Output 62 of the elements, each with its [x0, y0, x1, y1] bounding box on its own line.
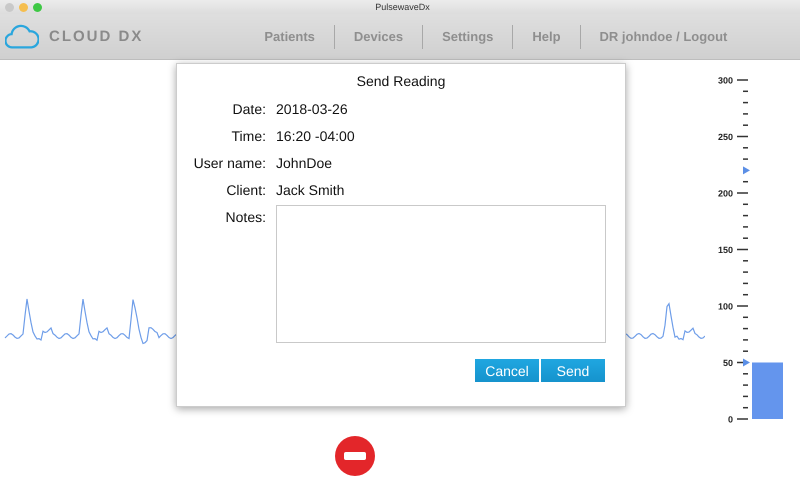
tick-mark	[737, 136, 748, 138]
tick-mark	[743, 147, 748, 149]
tick-mark	[743, 384, 748, 386]
scale-label: 0	[728, 414, 733, 424]
cloud-icon	[5, 22, 39, 50]
tick-mark	[737, 248, 748, 250]
field-value: Jack Smith	[276, 182, 346, 198]
zoom-button[interactable]	[33, 2, 42, 12]
tick-mark	[737, 305, 748, 307]
tick-mark	[743, 90, 748, 92]
scale-label: 100	[718, 302, 733, 312]
tick-mark	[743, 102, 748, 104]
stop-icon	[334, 435, 376, 477]
field-label: Time:	[230, 128, 266, 144]
tick-mark	[737, 79, 748, 81]
nav-link[interactable]: Devices	[334, 29, 422, 44]
tick-mark	[743, 396, 748, 398]
dialog-button[interactable]: Cancel	[475, 359, 539, 382]
nav-link[interactable]: Patients	[245, 29, 334, 44]
scale-label: 150	[718, 245, 733, 255]
tick-mark	[743, 350, 748, 352]
tick-mark	[743, 158, 748, 160]
tick-mark	[743, 113, 748, 115]
tick-mark	[743, 316, 748, 318]
field-value: JohnDoe	[276, 155, 334, 171]
tick-mark	[737, 418, 748, 420]
stop-button[interactable]	[334, 435, 376, 477]
nav-link[interactable]: Help	[513, 29, 580, 44]
nav-link[interactable]: Settings	[423, 29, 512, 44]
field-label: Date:	[232, 101, 266, 117]
field-label: User name:	[192, 155, 266, 171]
tick-mark	[743, 214, 748, 216]
scale-label: 300	[718, 76, 733, 86]
tick-mark	[737, 192, 748, 194]
minimize-button[interactable]	[19, 2, 28, 12]
nav-link[interactable]: DR johndoe / Logout	[580, 29, 746, 44]
window-title: PulsewaveDx	[374, 2, 431, 12]
scale-label: 250	[718, 132, 733, 142]
close-button[interactable]	[5, 2, 14, 12]
field-value: 2018-03-26	[276, 101, 349, 117]
logo-text: CLOUD DX	[49, 28, 144, 45]
tick-mark	[743, 180, 748, 182]
tick-mark	[743, 271, 748, 273]
tick-mark	[743, 373, 748, 375]
tick-mark	[743, 204, 748, 206]
tick-mark	[743, 339, 748, 341]
tick-mark	[743, 328, 748, 330]
tick-mark	[743, 406, 748, 408]
tick-mark	[743, 124, 748, 126]
field-value: 16:20 -04:00	[276, 128, 356, 144]
dialog-title: Send Reading	[356, 73, 446, 89]
tick-mark	[743, 282, 748, 284]
field-label: Client:	[225, 182, 266, 198]
tick-mark	[743, 237, 748, 239]
dialog-button[interactable]: Send	[541, 359, 605, 382]
tick-mark	[743, 294, 748, 296]
tick-mark	[743, 226, 748, 228]
tick-mark	[743, 260, 748, 262]
field-label: Notes:	[224, 209, 266, 227]
scale-label: 50	[722, 358, 733, 368]
scale-label: 200	[718, 188, 733, 198]
notes-field[interactable]	[276, 205, 606, 343]
